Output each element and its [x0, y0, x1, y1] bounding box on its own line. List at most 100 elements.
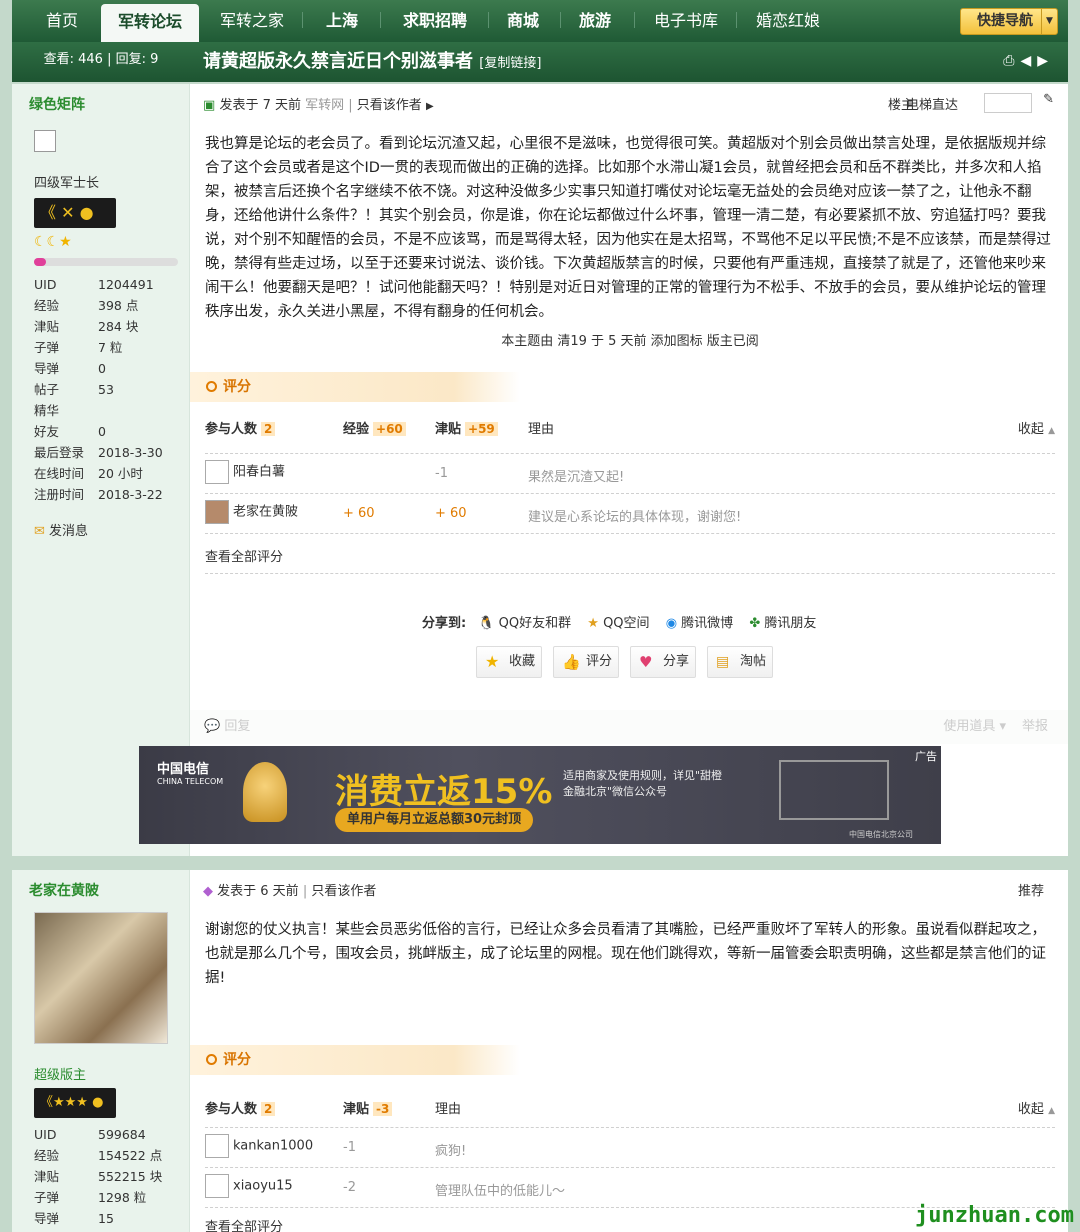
- collapse-ratings[interactable]: 收起 ▲: [1018, 1098, 1055, 1117]
- top-nav: 首页 军转论坛 军转之家 上海 求职招聘 商城 旅游 电子书库 婚恋红娘: [12, 0, 1068, 42]
- jump-icon[interactable]: ✎: [1043, 92, 1054, 107]
- table-row: kankan1000 -1 疯狗!: [205, 1128, 1055, 1168]
- credit-progress: [34, 258, 178, 266]
- nav-shanghai[interactable]: 上海: [312, 0, 372, 42]
- rating-header: 评分: [190, 1045, 520, 1075]
- moderation-note: 本主题由 清19 于 5 天前 添加图标 版主已阅: [501, 334, 759, 349]
- thread-tools: ⎙◀▶: [1003, 53, 1054, 69]
- online-icon: ▣: [203, 98, 216, 113]
- nav-jobs[interactable]: 求职招聘: [390, 0, 480, 42]
- post-2: 老家在黄陂 超级版主 《★★★ ● UID 599684 经验 154522 点 津…: [12, 870, 1068, 1232]
- share-qq[interactable]: 🐧 QQ好友和群: [478, 616, 571, 631]
- report-link[interactable]: 举报: [1022, 710, 1048, 744]
- nav-mall[interactable]: 商城: [498, 0, 548, 42]
- message-icon: ✉: [34, 524, 45, 539]
- nav-dating[interactable]: 婚恋红娘: [746, 0, 830, 42]
- thread-title: 请黄超版永久禁言近日个别滋事者 [复制链接]: [203, 51, 542, 72]
- brand-logo: 中国电信 CHINA TELECOM: [157, 762, 224, 786]
- medal-icon: [243, 762, 287, 822]
- user-rank: 超级版主: [34, 1068, 87, 1083]
- avatar[interactable]: [205, 460, 229, 484]
- floor-jump-input[interactable]: [984, 93, 1032, 113]
- view-all-ratings[interactable]: 查看全部评分: [205, 1216, 283, 1232]
- thumbs-up-icon: 👍: [562, 653, 581, 671]
- post-body: 谢谢您的仗义执言！某些会员恶劣低俗的言行，已经让众多会员看清了其嘴脸，已经严重败…: [205, 922, 1046, 986]
- table-row: xiaoyu15 -2 管理队伍中的低能儿〜: [205, 1168, 1055, 1208]
- rating-icon: [206, 381, 217, 392]
- rating-icon: [206, 1054, 217, 1065]
- chevron-down-icon: ▼: [1041, 9, 1057, 34]
- folder-icon: ▤: [716, 654, 730, 670]
- avatar[interactable]: [34, 912, 168, 1044]
- favorite-button[interactable]: ★ 收藏: [476, 646, 542, 678]
- clover-icon: ✤: [749, 616, 761, 631]
- avatar[interactable]: [34, 130, 56, 152]
- user-rank: 四级军士长: [34, 176, 100, 191]
- author-sidebar: 老家在黄陂 超级版主 《★★★ ● UID 599684 经验 154522 点 津…: [12, 870, 190, 1232]
- table-row: 老家在黄陂 + 60 + 60 建议是心系论坛的具体体现，谢谢您!: [205, 494, 1055, 534]
- qq-icon: 🐧: [478, 616, 495, 631]
- share-bar: 分享到: 🐧 QQ好友和群 ★ QQ空间 ◉ 腾讯微博 ✤ 腾讯朋友: [422, 616, 817, 631]
- nav-home-jz[interactable]: 军转之家: [210, 0, 294, 42]
- ad-subline: 单用户每月立返总额30元封顶: [335, 808, 534, 832]
- action-buttons: ★ 收藏 👍 评分 ♥ 分享 ▤ 淘帖: [476, 646, 796, 678]
- rank-badge-icon: 《★★★ ●: [34, 1088, 116, 1118]
- avatar[interactable]: [205, 1174, 229, 1198]
- rating-header: 评分: [190, 372, 520, 402]
- rating-header-row: 参与人数 2 津贴 -3 理由 收起 ▲: [205, 1098, 1055, 1128]
- post-body: 我也算是论坛的老会员了。看到论坛沉渣又起，心里很不是滋味，也觉得很可笑。黄超版对…: [205, 136, 1051, 320]
- share-weibo[interactable]: ◉ 腾讯微博: [666, 616, 734, 631]
- ad-banner[interactable]: 中国电信 CHINA TELECOM 消费立返15% 单用户每月立返总额30元封顶…: [139, 746, 941, 844]
- user-info: UID 599684 经验 154522 点 津贴 552215 块 子弹 1298 粒…: [34, 1127, 163, 1226]
- rating-header-row: 参与人数 2 经验 +60 津贴 +59 理由 收起 ▲: [205, 418, 1055, 454]
- nav-ebooks[interactable]: 电子书库: [644, 0, 728, 42]
- collapse-ratings[interactable]: 收起 ▲: [1018, 418, 1055, 437]
- avatar[interactable]: [205, 1134, 229, 1158]
- copy-link[interactable]: [复制链接]: [479, 56, 541, 71]
- share-button[interactable]: ♥ 分享: [630, 646, 696, 678]
- user-info: UID 1204491 经验 398 点 津贴 284 块 子弹 7 粒 导弹 0 帖子 5…: [34, 277, 163, 502]
- prev-thread-icon[interactable]: ◀: [1020, 53, 1037, 69]
- thread-header: 查看: 446 | 回复: 9 请黄超版永久禁言近日个别滋事者 [复制链接] ⎙…: [12, 42, 1068, 82]
- author-sidebar: 绿色矩阵 四级军士长 《 ✕ ● ☾☾★ UID 1204491 经验 398 点 …: [12, 84, 190, 856]
- reply-link[interactable]: 💬 回复: [204, 719, 250, 734]
- offline-icon: ◆: [203, 884, 213, 899]
- reply-icon: 💬: [204, 719, 221, 734]
- only-author-link[interactable]: 只看该作者: [357, 98, 422, 113]
- author-name[interactable]: 绿色矩阵: [29, 94, 85, 114]
- nav-forum[interactable]: 军转论坛: [101, 4, 199, 42]
- ad-tag: 广告: [915, 750, 937, 763]
- tools-link[interactable]: 使用道具 ▾: [943, 710, 1006, 744]
- author-name[interactable]: 老家在黄陂: [29, 880, 99, 900]
- nav-travel[interactable]: 旅游: [570, 0, 620, 42]
- quick-nav-button[interactable]: 快捷导航 ▼: [960, 8, 1058, 35]
- share-pengyou[interactable]: ✤ 腾讯朋友: [749, 616, 816, 631]
- share-qzone[interactable]: ★ QQ空间: [587, 616, 649, 631]
- table-row: 阳春白薯 -1 果然是沉渣又起!: [205, 454, 1055, 494]
- post-meta: ▣ 发表于 7 天前 军转网 | 只看该作者 ▶ 楼主 电梯直达 ✎: [203, 92, 1054, 113]
- ad-corp: 中国电信北京公司: [849, 830, 913, 839]
- post-1: 绿色矩阵 四级军士长 《 ✕ ● ☾☾★ UID 1204491 经验 398 点 …: [12, 84, 1068, 856]
- avatar[interactable]: [205, 500, 229, 524]
- print-icon[interactable]: ⎙: [1003, 53, 1020, 69]
- ad-headline: 消费立返15%: [335, 772, 553, 812]
- view-all-row: 查看全部评分: [205, 534, 1055, 574]
- elevator-label: 电梯直达: [905, 98, 958, 113]
- site-watermark: junzhuan.com: [915, 1203, 1074, 1228]
- send-message-link[interactable]: ✉ 发消息: [34, 520, 88, 539]
- view-all-ratings[interactable]: 查看全部评分: [205, 546, 283, 565]
- next-thread-icon[interactable]: ▶: [1037, 53, 1054, 69]
- only-author-link[interactable]: 只看该作者: [311, 884, 376, 899]
- collect-button[interactable]: ▤ 淘帖: [707, 646, 773, 678]
- post-meta: ◆ 发表于 6 天前 | 只看该作者 推荐: [203, 880, 1054, 899]
- qzone-icon: ★: [587, 616, 599, 631]
- cart-icon: [779, 760, 889, 820]
- rate-button[interactable]: 👍 评分: [553, 646, 619, 678]
- nav-home[interactable]: 首页: [34, 0, 90, 42]
- star-icon: ★: [485, 652, 500, 671]
- rank-badge-icon: 《 ✕ ●: [34, 198, 116, 228]
- recommend-link[interactable]: 推荐: [1018, 880, 1044, 899]
- heart-icon: ♥: [639, 653, 653, 671]
- post-footer: 💬 回复 使用道具 ▾ 举报: [190, 710, 1068, 744]
- weibo-icon: ◉: [665, 616, 678, 631]
